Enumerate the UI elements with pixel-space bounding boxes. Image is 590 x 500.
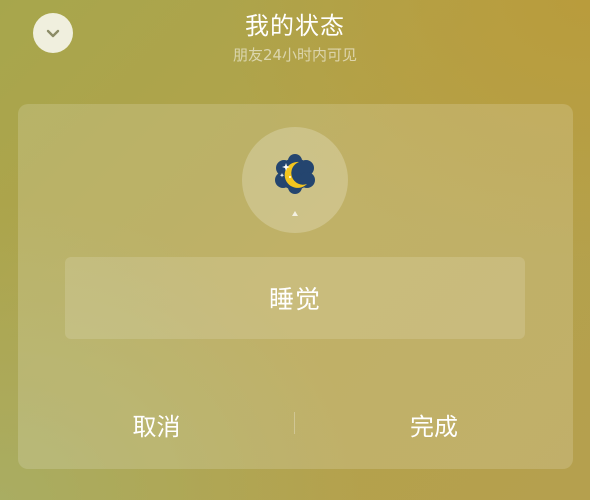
status-text-input[interactable]: 睡觉 — [65, 257, 525, 339]
status-card: 睡觉 取消 完成 — [18, 104, 573, 469]
crescent-moon-with-stars-icon — [275, 154, 315, 194]
action-bar: 取消 完成 — [18, 394, 573, 454]
page-title: 我的状态 — [245, 12, 345, 40]
cancel-button[interactable]: 取消 — [18, 394, 295, 454]
done-button[interactable]: 完成 — [295, 394, 573, 454]
visibility-subtitle: 朋友24小时内可见 — [232, 46, 358, 64]
status-emoji-picker[interactable] — [242, 127, 348, 233]
caret-up-icon — [292, 211, 298, 216]
